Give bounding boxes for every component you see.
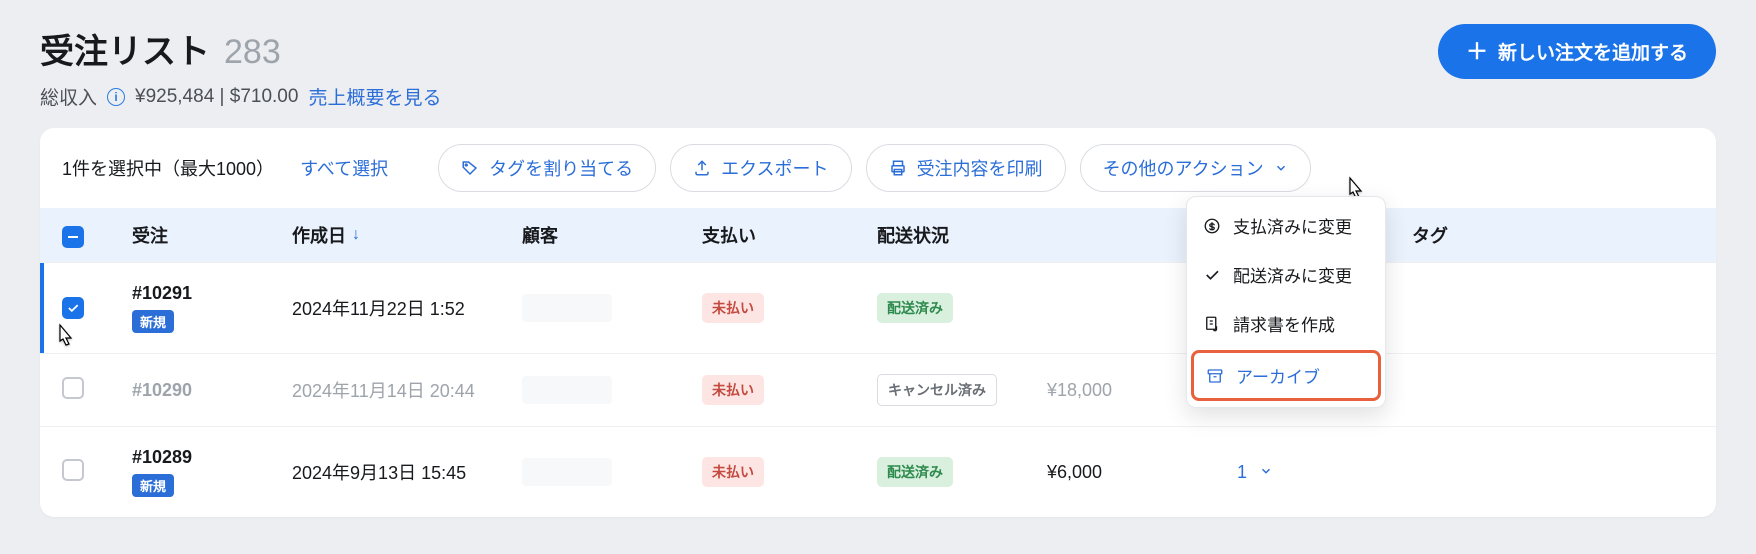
table-row[interactable]: #10291 新規 2024年11月22日 1:52 未払い 配送済み [40, 262, 1716, 353]
menu-mark-shipped-label: 配送済みに変更 [1233, 262, 1352, 287]
customer-placeholder [522, 376, 612, 404]
table-row[interactable]: #10290 2024年11月14日 20:44 未払い キャンセル済み ¥18… [40, 353, 1716, 426]
col-customer[interactable]: 顧客 [522, 222, 702, 248]
col-payment[interactable]: 支払い [702, 222, 877, 248]
row-checkbox[interactable] [62, 377, 84, 399]
payment-badge: 未払い [702, 375, 764, 405]
page-title: 受注リスト [40, 24, 210, 73]
new-badge: 新規 [132, 310, 174, 333]
order-id: #10289 [132, 447, 292, 468]
menu-mark-paid-label: 支払済みに変更 [1233, 213, 1352, 238]
check-icon [1203, 266, 1221, 284]
select-all-checkbox[interactable] [62, 226, 84, 248]
revenue-link[interactable]: 売上概要を見る [308, 83, 441, 110]
select-all-link[interactable]: すべて選択 [300, 155, 388, 181]
chevron-down-icon[interactable] [1259, 462, 1273, 483]
assign-tag-label: タグを割り当てる [489, 155, 633, 181]
print-button[interactable]: 受注内容を印刷 [866, 144, 1066, 192]
menu-create-invoice[interactable]: 請求書を作成 [1187, 299, 1385, 348]
export-button[interactable]: エクスポート [670, 144, 851, 192]
order-id: #10290 [132, 380, 292, 401]
table-row[interactable]: #10289 新規 2024年9月13日 15:45 未払い 配送済み ¥6,0… [40, 426, 1716, 517]
col-shipping[interactable]: 配送状況 [877, 222, 1047, 248]
chevron-down-icon [1274, 161, 1288, 175]
shipping-badge: 配送済み [877, 293, 953, 323]
invoice-icon [1203, 315, 1221, 333]
col-order[interactable]: 受注 [132, 222, 292, 248]
archive-icon [1206, 367, 1224, 385]
col-tags[interactable]: タグ [1412, 222, 1562, 248]
created-at: 2024年11月22日 1:52 [292, 295, 522, 321]
more-actions-label: その他のアクション [1103, 155, 1264, 181]
add-order-button[interactable]: ＋ 新しい注文を追加する [1438, 24, 1716, 79]
order-id: #10291 [132, 283, 292, 304]
created-at: 2024年11月14日 20:44 [292, 377, 522, 403]
row-checkbox[interactable] [62, 459, 84, 481]
more-actions-button[interactable]: その他のアクション [1080, 144, 1311, 192]
order-count: 283 [224, 33, 281, 72]
row-checkbox[interactable] [62, 297, 84, 319]
assign-tag-button[interactable]: タグを割り当てる [438, 144, 656, 192]
tag-icon [461, 159, 479, 177]
menu-mark-shipped[interactable]: 配送済みに変更 [1187, 250, 1385, 299]
created-at: 2024年9月13日 15:45 [292, 459, 522, 485]
dollar-circle-icon [1203, 217, 1221, 235]
selection-text: 1件を選択中（最大1000） [62, 155, 274, 181]
plus-icon: ＋ [1466, 41, 1488, 63]
new-badge: 新規 [132, 474, 174, 497]
revenue-label: 総収入 [40, 83, 97, 110]
menu-archive-label: アーカイブ [1236, 363, 1320, 388]
bulk-toolbar: 1件を選択中（最大1000） すべて選択 タグを割り当てる エクスポート 受注内… [40, 128, 1716, 208]
revenue-value: ¥925,484 | $710.00 [135, 86, 298, 108]
col-created[interactable]: 作成日 ↓ [292, 222, 522, 248]
print-icon [889, 159, 907, 177]
menu-mark-paid[interactable]: 支払済みに変更 [1187, 201, 1385, 250]
table-header: 受注 作成日 ↓ 顧客 支払い 配送状況 アイテム タグ [40, 208, 1716, 262]
orders-card: 1件を選択中（最大1000） すべて選択 タグを割り当てる エクスポート 受注内… [40, 128, 1716, 517]
add-order-label: 新しい注文を追加する [1498, 38, 1688, 65]
menu-archive[interactable]: アーカイブ [1191, 350, 1381, 401]
shipping-badge: 配送済み [877, 457, 953, 487]
export-label: エクスポート [721, 155, 828, 181]
print-label: 受注内容を印刷 [917, 155, 1043, 181]
customer-placeholder [522, 458, 612, 486]
more-actions-menu: 支払済みに変更 配送済みに変更 請求書を作成 アーカイブ [1186, 196, 1386, 408]
order-total: ¥6,000 [1047, 462, 1237, 483]
info-icon[interactable]: i [107, 88, 125, 106]
payment-badge: 未払い [702, 457, 764, 487]
upload-icon [693, 159, 711, 177]
customer-placeholder [522, 294, 612, 322]
shipping-badge: キャンセル済み [877, 374, 997, 406]
item-count[interactable]: 1 [1237, 462, 1247, 483]
payment-badge: 未払い [702, 293, 764, 323]
menu-create-invoice-label: 請求書を作成 [1233, 311, 1335, 336]
sort-arrow-down-icon: ↓ [352, 226, 360, 244]
